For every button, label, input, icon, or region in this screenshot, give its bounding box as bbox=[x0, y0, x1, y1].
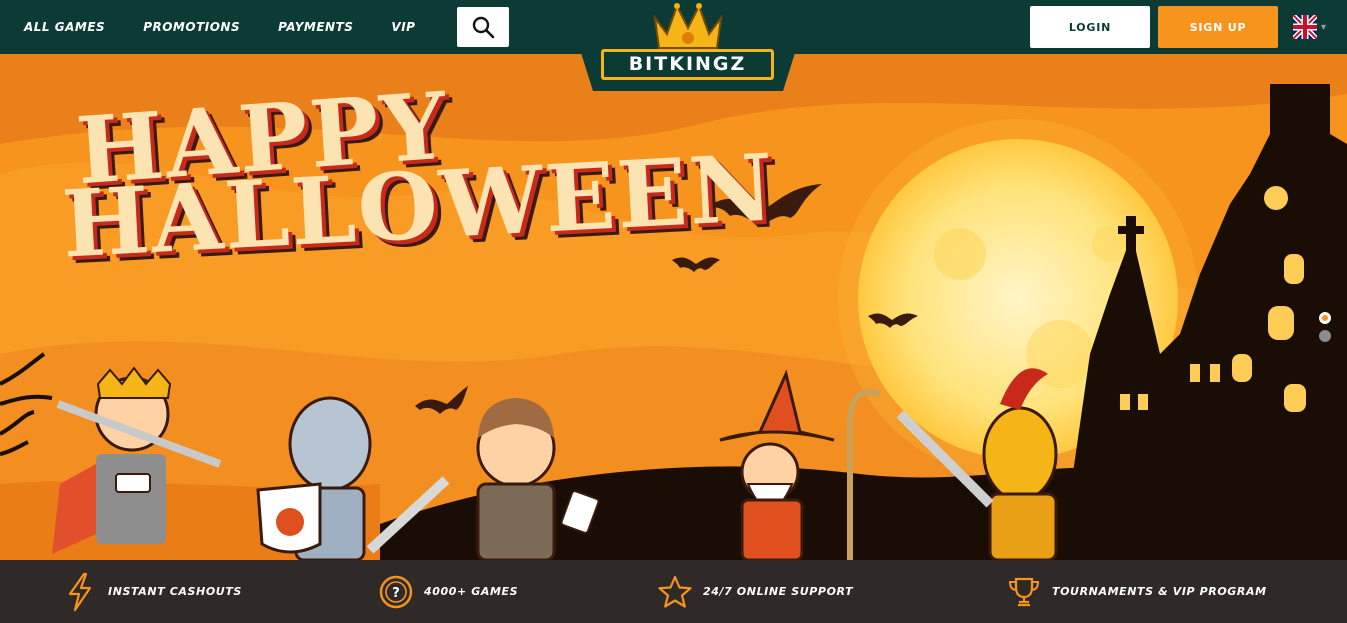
login-button[interactable]: LOGIN bbox=[1030, 6, 1150, 48]
star-icon bbox=[657, 574, 693, 610]
question-circle-icon: ? bbox=[378, 574, 414, 610]
feature-games-count: ? 4000+ GAMES bbox=[378, 560, 518, 623]
feature-label: TOURNAMENTS & VIP PROGRAM bbox=[1052, 585, 1267, 598]
lightning-icon bbox=[62, 572, 98, 611]
uk-flag-icon bbox=[1293, 15, 1317, 39]
feature-online-support: 24/7 ONLINE SUPPORT bbox=[657, 560, 853, 623]
hero-banner[interactable]: HAPPY HALLOWEEN bbox=[0, 54, 1347, 560]
nav-all-games[interactable]: ALL GAMES bbox=[24, 20, 105, 34]
nav-payments[interactable]: PAYMENTS bbox=[278, 20, 353, 34]
trophy-icon bbox=[1006, 574, 1042, 610]
chevron-down-icon: ▾ bbox=[1321, 21, 1327, 33]
search-icon bbox=[472, 16, 495, 39]
svg-text:?: ? bbox=[392, 586, 400, 601]
slide-dot-1[interactable] bbox=[1319, 312, 1331, 324]
language-selector[interactable]: ▾ bbox=[1293, 14, 1337, 40]
nav-promotions[interactable]: PROMOTIONS bbox=[143, 20, 240, 34]
feature-instant-cashouts: INSTANT CASHOUTS bbox=[62, 560, 242, 623]
nav-vip[interactable]: VIP bbox=[391, 20, 415, 34]
logo-text: BITKINGZ bbox=[601, 49, 774, 80]
hero-headline: HAPPY HALLOWEEN bbox=[60, 72, 778, 279]
slider-pagination bbox=[1319, 312, 1333, 348]
search-button[interactable] bbox=[457, 7, 509, 47]
features-bar: INSTANT CASHOUTS ? 4000+ GAMES 24/7 ONLI… bbox=[0, 560, 1347, 623]
signup-button[interactable]: SIGN UP bbox=[1158, 6, 1278, 48]
feature-tournaments-vip: TOURNAMENTS & VIP PROGRAM bbox=[1006, 560, 1267, 623]
brand-logo[interactable]: BITKINGZ bbox=[577, 0, 799, 91]
feature-label: 4000+ GAMES bbox=[424, 585, 519, 598]
main-nav: ALL GAMES PROMOTIONS PAYMENTS VIP bbox=[24, 0, 453, 54]
feature-label: INSTANT CASHOUTS bbox=[108, 585, 242, 598]
feature-label: 24/7 ONLINE SUPPORT bbox=[703, 585, 854, 598]
crown-icon bbox=[653, 3, 723, 49]
slide-dot-2[interactable] bbox=[1319, 330, 1331, 342]
